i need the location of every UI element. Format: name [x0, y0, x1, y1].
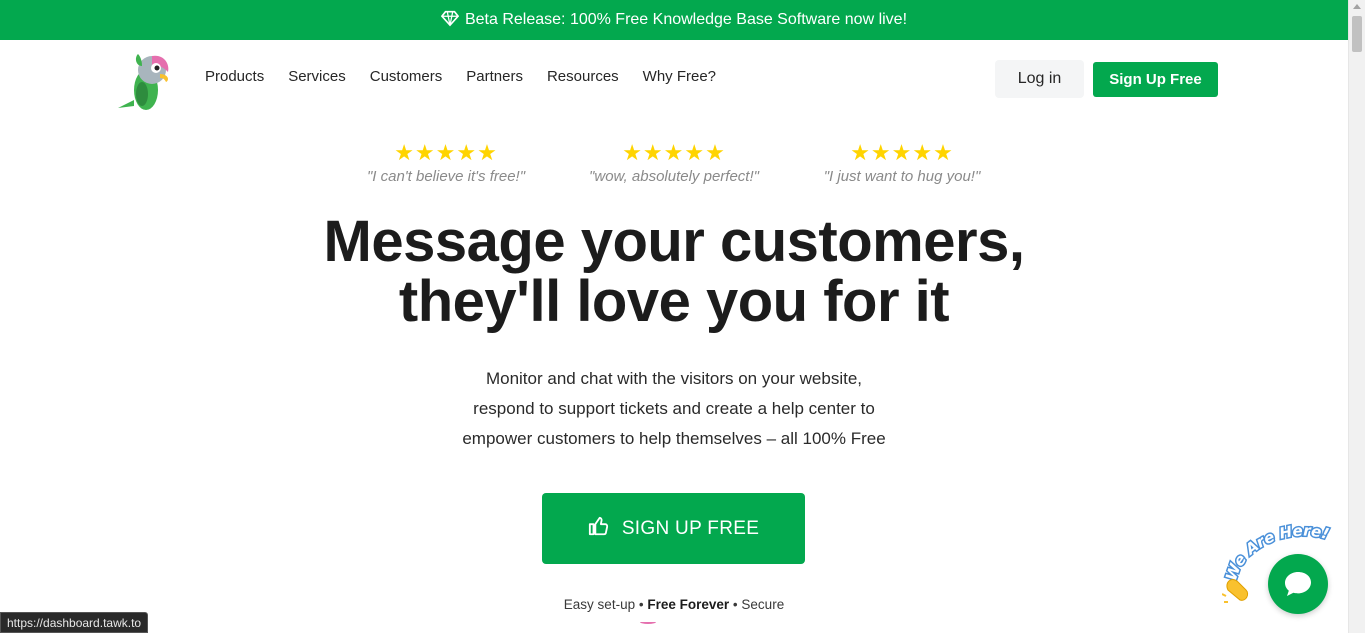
- review-3: ★★★★★ "I just want to hug you!": [792, 140, 1012, 186]
- review-2: ★★★★★ "wow, absolutely perfect!": [564, 140, 784, 186]
- nav-item-why-free[interactable]: Why Free?: [643, 68, 716, 85]
- login-button[interactable]: Log in: [995, 60, 1084, 98]
- nav-item-resources[interactable]: Resources: [547, 68, 619, 85]
- review-quote: "I can't believe it's free!": [366, 168, 526, 185]
- signup-button[interactable]: Sign Up Free: [1093, 62, 1218, 97]
- cta-label: SIGN UP FREE: [621, 517, 760, 539]
- tagline-free-forever: Free Forever: [647, 597, 730, 612]
- hero-headline: Message your customers, they'll love you…: [280, 212, 1068, 332]
- review-quote: "I just want to hug you!": [823, 168, 981, 185]
- headline-line-1: Message your customers,: [323, 209, 1025, 274]
- review-1: ★★★★★ "I can't believe it's free!": [336, 140, 556, 186]
- banner-text[interactable]: Beta Release: 100% Free Knowledge Base S…: [465, 11, 907, 29]
- subtitle-line-2: respond to support tickets and create a …: [473, 399, 875, 418]
- announcement-banner[interactable]: Beta Release: 100% Free Knowledge Base S…: [0, 0, 1348, 40]
- star-rating: ★★★★★: [394, 140, 498, 165]
- chat-bubble-icon: [1285, 572, 1311, 596]
- nav-item-services[interactable]: Services: [288, 68, 346, 85]
- hero-subtitle: Monitor and chat with the visitors on yo…: [400, 364, 948, 454]
- review-quote: "wow, absolutely perfect!": [589, 168, 759, 185]
- scrollbar-thumb[interactable]: [1352, 16, 1362, 52]
- hero-signup-button[interactable]: SIGN UP FREE: [542, 493, 805, 564]
- tagline-separator: •: [732, 597, 738, 612]
- subtitle-line-1: Monitor and chat with the visitors on yo…: [485, 369, 863, 388]
- tagline-secure: Secure: [741, 597, 785, 612]
- tagline: Easy set-up • Free Forever • Secure: [520, 597, 828, 612]
- chat-widget[interactable]: We Are Here!: [1221, 520, 1352, 620]
- squiggle-decoration: [640, 620, 656, 624]
- scroll-up-arrow-icon[interactable]: [1353, 4, 1361, 9]
- nav-item-customers[interactable]: Customers: [370, 68, 443, 85]
- nav-item-partners[interactable]: Partners: [466, 68, 523, 85]
- tagline-separator: •: [638, 597, 644, 612]
- nav-item-products[interactable]: Products: [205, 68, 264, 85]
- chat-open-button[interactable]: [1268, 554, 1328, 614]
- diamond-icon: [440, 9, 460, 32]
- subtitle-line-3: empower customers to help themselves – a…: [462, 429, 886, 448]
- tagline-easy-setup: Easy set-up: [563, 597, 636, 612]
- star-rating: ★★★★★: [622, 140, 726, 165]
- status-bar-url: https://dashboard.tawk.to: [0, 612, 149, 633]
- main-nav: Products Services Customers Partners Res…: [205, 68, 716, 85]
- parrot-logo[interactable]: [112, 48, 174, 112]
- thumbs-up-icon: [588, 515, 610, 543]
- waving-hand-icon: [1221, 579, 1249, 603]
- headline-line-2: they'll love you for it: [398, 269, 950, 334]
- star-rating: ★★★★★: [850, 140, 954, 165]
